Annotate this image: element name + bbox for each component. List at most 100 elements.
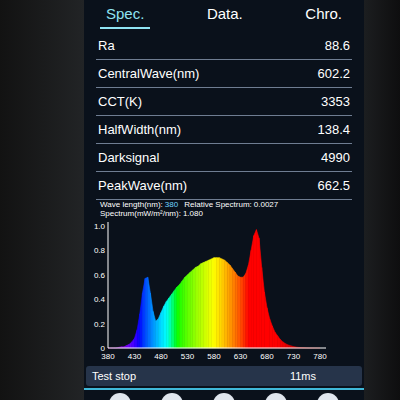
screen: Spec. Data. Chro. Ra88.6 CentralWave(nm) 602… [84,0,364,400]
toolbar-button-icon[interactable] [161,393,183,400]
x-tick-label: 530 [181,352,195,361]
tab[interactable]: Data. [201,4,249,29]
reading-row: Ra88.6 [96,32,352,60]
spectrum-segment [201,263,204,348]
spectrum-segment [209,259,212,348]
y-tick-label: 1.0 [94,222,106,231]
spectrum-segment [172,291,175,348]
device-bezel-left [0,0,84,400]
reading-row: HalfWidth(nm)138.4 [96,116,352,144]
reading-value: 662.5 [317,176,350,196]
spectrum-segment [180,281,183,348]
x-tick-label: 680 [260,352,274,361]
spectrum-segment [148,277,151,348]
spectrum-segment [140,293,143,348]
cursor-info-label: Spectrum(mW/m²/nm): [100,209,181,218]
y-tick-label: 0.2 [94,320,106,329]
spectrum-segment [142,278,145,348]
x-tick-label: 380 [101,352,115,361]
spectrum-segment [270,319,273,348]
cursor-info: Wave length(nm):380 Relative Spectrum:0.0… [84,200,364,218]
x-tick-label: 480 [154,352,168,361]
y-tick-label: 0.4 [94,295,106,304]
spectrum-segment [227,263,230,348]
cursor-info-value: 0.0027 [254,200,278,209]
spectrum-segment [193,267,196,348]
reading-value: 3353 [321,92,350,112]
reading-row: CCT(K)3353 [96,88,352,116]
spectrum-segment [156,319,159,348]
spectrum-segment [238,276,241,348]
x-tick-label: 630 [234,352,248,361]
device: Spec. Data. Chro. Ra88.6 CentralWave(nm) 602… [0,0,400,400]
reading-value: 602.2 [317,64,350,84]
spectrum-segment [219,258,222,348]
spectrum-segment [230,265,233,348]
y-axis [108,222,109,348]
spectrum-segment [214,258,217,348]
spectrum-segment [203,261,206,348]
tab-bar: Spec. Data. Chro. [84,0,364,32]
tab[interactable]: Chro. [299,4,348,29]
spectrum-segment [129,342,132,348]
spectrum-segment [161,307,164,348]
spectrum-segment [198,264,201,348]
spectrum-segment [158,313,161,348]
tab[interactable]: Spec. [100,4,150,29]
spectrum-segment [132,338,135,348]
spectrum-segment [246,265,249,348]
toolbar [84,390,364,400]
spectrum-segment [235,272,238,348]
spectrum-segment [259,238,262,348]
device-bezel-right [364,0,400,400]
y-tick-label: 0.8 [94,246,106,255]
x-tick-label: 580 [207,352,221,361]
spectrum-segment [256,230,259,348]
toolbar-button-icon[interactable] [109,393,131,400]
spectrum-segment [264,292,267,348]
spectrum-segment [251,236,254,348]
status-time: 11ms [290,368,356,385]
reading-value: 88.6 [325,36,350,56]
reading-label: CentralWave(nm) [98,64,199,84]
status-line [84,388,364,390]
spectrum-segment [233,269,236,348]
cursor-info-line: Spectrum(mW/m²/nm):1.080 [100,209,348,218]
reading-row: PeakWave(nm) 662.5 [96,172,352,200]
toolbar-button-icon[interactable] [213,393,235,400]
spectrum-segment [195,266,198,348]
spectrum-segment [166,298,169,348]
spectrum-segment [241,277,244,348]
spectrum-segment [262,267,265,348]
cursor-info-label: Wave length(nm): [100,200,163,209]
x-tick-label: 430 [128,352,142,361]
spectrum-chart: 1.00.80.60.40.20380430480530580630680730… [84,218,364,366]
spectrum-segment [177,285,180,348]
y-tick-label: 0.6 [94,271,106,280]
spectrum-segment [280,339,283,348]
spectrum-segment [169,294,172,348]
x-tick-label: 780 [313,352,327,361]
spectrum-segment [137,314,140,348]
spectrum-segment [182,277,185,348]
cursor-info-item: Wave length(nm):380 [100,200,178,209]
spectrum-segment [283,342,286,348]
cursor-info-value: 380 [165,200,178,209]
reading-label: PeakWave(nm) [98,176,187,196]
spectrum-segment [150,293,153,348]
spectrum-segment [248,250,251,348]
spectrum-segment [286,344,289,348]
cursor-info-label: Relative Spectrum: [184,200,252,209]
spectrum-segment [153,311,156,348]
toolbar-button-icon[interactable] [265,393,287,400]
spectrum-segment [164,302,167,348]
toolbar-button-icon[interactable] [317,393,339,400]
spectrum-segment [135,330,138,348]
x-axis [108,348,326,349]
spectrum-segment [254,230,257,348]
reading-value: 4990 [321,148,350,168]
spectrum-segment [206,260,209,348]
x-tick-label: 730 [287,352,301,361]
spectrum-segment [275,332,278,348]
reading-label: Darksignal [98,148,159,168]
